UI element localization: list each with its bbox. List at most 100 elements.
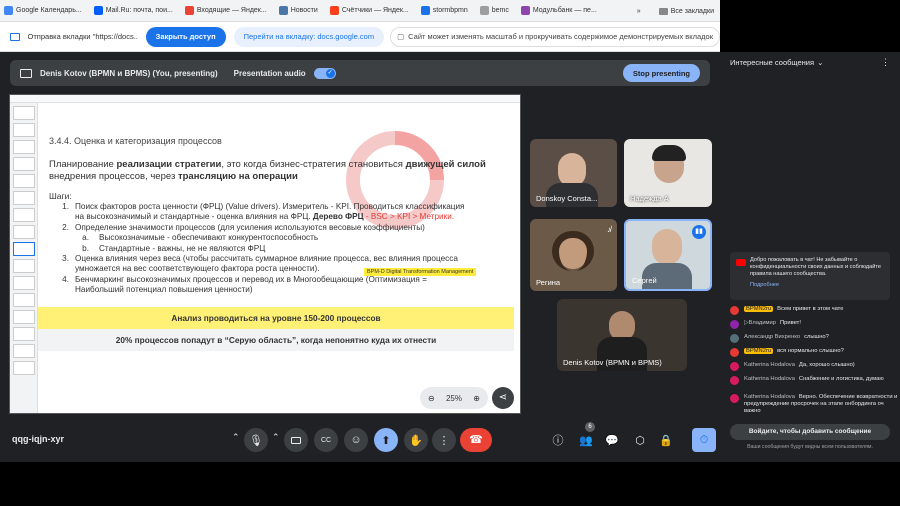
stop-presenting-button[interactable]: Stop presenting xyxy=(622,64,700,82)
step-number: 2. xyxy=(62,222,69,232)
microphone-button[interactable]: 🎙 xyxy=(244,428,268,452)
slide-thumbnail[interactable] xyxy=(12,344,35,358)
chat-message: Katherina Hodalova Да, хорошо слышно) xyxy=(730,362,898,371)
slide-heading: 3.4.4. Оценка и категоризация процессов xyxy=(49,136,222,146)
participant-video xyxy=(558,153,586,187)
participant-tile[interactable]: ▮▮ Сергей xyxy=(624,219,712,291)
intro-text-2: , это когда бизнес-стратегия становиться xyxy=(221,159,406,170)
chevron-down-icon[interactable]: ⌄ xyxy=(817,58,823,67)
chat-message-body: Katherina Hodalova Верно. Обеспечение воз… xyxy=(744,394,898,415)
slide-thumbnail[interactable] xyxy=(12,191,35,205)
bookmark-favicon-icon xyxy=(479,6,489,15)
chat-header: Интересные сообщения ⌄ xyxy=(730,58,823,67)
intro-bold-3: трансляцию на операции xyxy=(177,171,298,182)
slide-thumbnail[interactable] xyxy=(12,361,35,375)
zoom-out-icon[interactable]: ⊖ xyxy=(428,394,435,403)
host-controls-button[interactable]: 🔒 xyxy=(654,428,678,452)
bookmark-item[interactable]: Модульбанк — пе... xyxy=(520,6,597,15)
chat-author: Katherina Hodalova xyxy=(744,376,795,382)
slide-thumbnail[interactable] xyxy=(12,310,35,324)
info-button[interactable]: ⓘ xyxy=(546,428,570,452)
slide-thumbnail[interactable] xyxy=(12,174,35,188)
bookmark-item[interactable]: Google Календарь... xyxy=(4,6,82,15)
step-3-line-b: умножается на вес соответствующего факто… xyxy=(75,264,320,274)
bookmark-item[interactable]: Счётчики — Яндек... xyxy=(329,6,409,15)
avatar xyxy=(730,306,739,315)
chat-text: слышно? xyxy=(804,334,829,340)
slide-thumbnail[interactable] xyxy=(12,140,35,154)
chevron-up-icon[interactable]: ⌃ xyxy=(272,432,280,443)
bookmark-item[interactable]: Mail.Ru: почта, пои... xyxy=(93,6,173,15)
participant-tile[interactable]: Надежда А xyxy=(624,139,712,207)
participant-video xyxy=(652,229,682,265)
raise-hand-button[interactable]: ✋ xyxy=(404,428,428,452)
emoji-button[interactable]: ☺ xyxy=(344,428,368,452)
chat-author: Katherina Hodalova xyxy=(744,394,795,400)
slide-thumbnail[interactable] xyxy=(12,327,35,341)
slide-thumbnail[interactable] xyxy=(12,123,35,137)
chat-title[interactable]: Интересные сообщения xyxy=(730,58,814,67)
bookmark-item[interactable]: Новости xyxy=(278,6,318,15)
bookmark-favicon-icon xyxy=(278,6,288,15)
people-count-badge: 6 xyxy=(585,422,595,432)
chevron-up-icon[interactable]: ⌃ xyxy=(232,432,240,443)
steps-title: Шаги: xyxy=(49,191,72,201)
leave-call-button[interactable]: ☎ xyxy=(460,428,492,452)
participant-name: Надежда А xyxy=(630,194,669,203)
slide-thumbnail[interactable] xyxy=(12,259,35,273)
share-icon[interactable]: ⋖ xyxy=(492,387,514,409)
present-button[interactable]: ⬆ xyxy=(374,428,398,452)
chat-message-body: Katherina Hodalova Снабжение и логистика,… xyxy=(744,376,884,385)
zoom-in-icon[interactable]: ⊕ xyxy=(473,394,480,403)
avatar xyxy=(730,334,739,343)
zoom-level: 25% xyxy=(445,393,462,403)
step-4-text: Бенчмаркинг высокозначимых процессов и п… xyxy=(75,275,427,296)
slide-thumbnail[interactable] xyxy=(12,242,35,256)
slide-thumbnail[interactable] xyxy=(12,293,35,307)
activities-button[interactable]: ⬡ xyxy=(628,428,652,452)
step-1-line-b: на высокозначимый и стандартные - оценка… xyxy=(75,212,313,222)
bookmark-item[interactable]: Входящие — Яндек... xyxy=(184,6,267,15)
slide-thumbnail[interactable] xyxy=(12,208,35,222)
camera-button[interactable] xyxy=(284,428,308,452)
chat-author: ▷Владимир xyxy=(744,320,776,326)
chat-message-body: BPMN2ru Всем привет в этом чате xyxy=(744,306,844,315)
slide-thumbnail[interactable] xyxy=(12,276,35,290)
participant-tile[interactable]: Denis Kotov (BPMN и BPMS) xyxy=(557,299,687,371)
participant-name: Сергей xyxy=(632,276,657,285)
bookmark-item[interactable]: stormbpmn xyxy=(420,6,468,15)
slide-thumbnails[interactable] xyxy=(10,103,38,413)
step-2b: b. Стандартные - важны, не не являются ФР… xyxy=(49,244,511,254)
slide-thumbnail[interactable] xyxy=(12,225,35,239)
participant-tile[interactable]: Donskoy Constа... xyxy=(530,139,617,207)
bookmark-item[interactable]: bemc xyxy=(479,6,509,15)
step-number: 3. xyxy=(62,254,69,264)
bookmark-label: Счётчики — Яндек... xyxy=(341,7,409,14)
chat-message-body: BPMN2ru вся нормально слышно? xyxy=(744,348,844,357)
bookmark-favicon-icon xyxy=(93,6,103,15)
all-bookmarks[interactable]: » Все закладки xyxy=(637,0,714,22)
tab-sharing-bar: Отправка вкладки "https://docs.... Закры… xyxy=(0,22,720,52)
bookmark-label: Mail.Ru: почта, пои... xyxy=(105,7,173,14)
more-options-button[interactable]: ⋮ xyxy=(432,428,456,452)
participant-tile[interactable]: ♪̸ Регина xyxy=(530,219,617,291)
bookmark-label: Модульбанк — пе... xyxy=(532,7,597,14)
slide-thumbnail[interactable] xyxy=(12,106,35,120)
bookmark-favicon-icon xyxy=(329,6,339,15)
chat-message: Katherina Hodalova Снабжение и логистика,… xyxy=(730,376,898,385)
timer-button[interactable]: ⏱ xyxy=(692,428,716,452)
live-chat-panel: Интересные сообщения ⌄ ⋮ Добро пожаловат… xyxy=(720,52,900,462)
stop-sharing-button[interactable]: Закрыть доступ xyxy=(145,26,226,47)
meet-stage: Denis Kotov (BPMN и BPMS) (You, presenti… xyxy=(0,52,720,462)
captions-button[interactable]: CC xyxy=(314,428,338,452)
presentation-audio-toggle[interactable]: ✓ xyxy=(313,67,336,79)
chat-menu-icon[interactable]: ⋮ xyxy=(881,57,890,68)
slide-thumbnail[interactable] xyxy=(12,157,35,171)
chat-button[interactable]: 💬 xyxy=(600,428,624,452)
tooltip-label: BPM-D Digital Transformation Management xyxy=(364,268,477,276)
chat-login-button[interactable]: Войдите, чтобы добавить сообщение xyxy=(730,424,890,440)
people-button[interactable]: 👥 xyxy=(574,428,598,452)
presentation-audio-label: Presentation audio xyxy=(233,68,306,78)
go-to-tab-button[interactable]: Перейти на вкладку: docs.google.com xyxy=(233,26,385,47)
chat-notice-link[interactable]: Подробнее xyxy=(750,282,884,289)
